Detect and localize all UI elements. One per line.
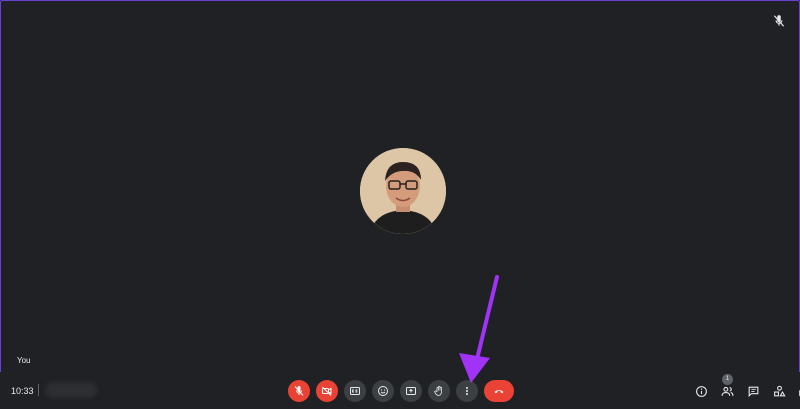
mic-off-icon xyxy=(294,386,304,396)
activities-icon xyxy=(773,385,786,396)
hand-icon xyxy=(434,385,442,396)
meeting-code-blurred xyxy=(45,382,97,398)
people-button[interactable]: 1 xyxy=(718,374,736,400)
more-options-button[interactable] xyxy=(456,380,478,402)
raise-hand-button[interactable] xyxy=(428,380,450,402)
bottom-control-bar: 10:33 1 xyxy=(0,372,800,409)
meeting-details-button[interactable] xyxy=(692,382,710,400)
video-stage: You xyxy=(2,2,798,372)
people-count-badge: 1 xyxy=(722,374,733,385)
info-icon xyxy=(695,385,707,397)
activities-button[interactable] xyxy=(770,382,788,400)
mic-toggle-button[interactable] xyxy=(288,380,310,402)
present-icon xyxy=(406,387,416,395)
camera-toggle-button[interactable] xyxy=(316,380,338,402)
chat-button[interactable] xyxy=(744,382,762,400)
meeting-clock: 10:33 xyxy=(11,386,34,396)
self-name-label: You xyxy=(17,356,31,365)
emoji-icon xyxy=(378,386,388,396)
leave-call-button[interactable] xyxy=(484,380,514,402)
participant-avatar xyxy=(360,148,446,234)
reactions-button[interactable] xyxy=(372,380,394,402)
captions-icon xyxy=(350,387,360,395)
right-side-controls: 1 xyxy=(660,374,800,402)
host-controls-button[interactable] xyxy=(794,382,800,400)
people-icon xyxy=(721,386,733,396)
muted-indicator-icon xyxy=(773,15,785,27)
phone-hangup-icon xyxy=(494,390,504,394)
chat-icon xyxy=(748,386,758,397)
present-screen-button[interactable] xyxy=(400,380,422,402)
captions-button[interactable] xyxy=(344,380,366,402)
more-vertical-icon xyxy=(466,387,468,395)
clock-divider xyxy=(38,384,39,396)
host-controls-icon xyxy=(798,389,800,396)
avatar-portrait-image xyxy=(360,148,446,234)
camera-off-icon xyxy=(322,386,332,396)
